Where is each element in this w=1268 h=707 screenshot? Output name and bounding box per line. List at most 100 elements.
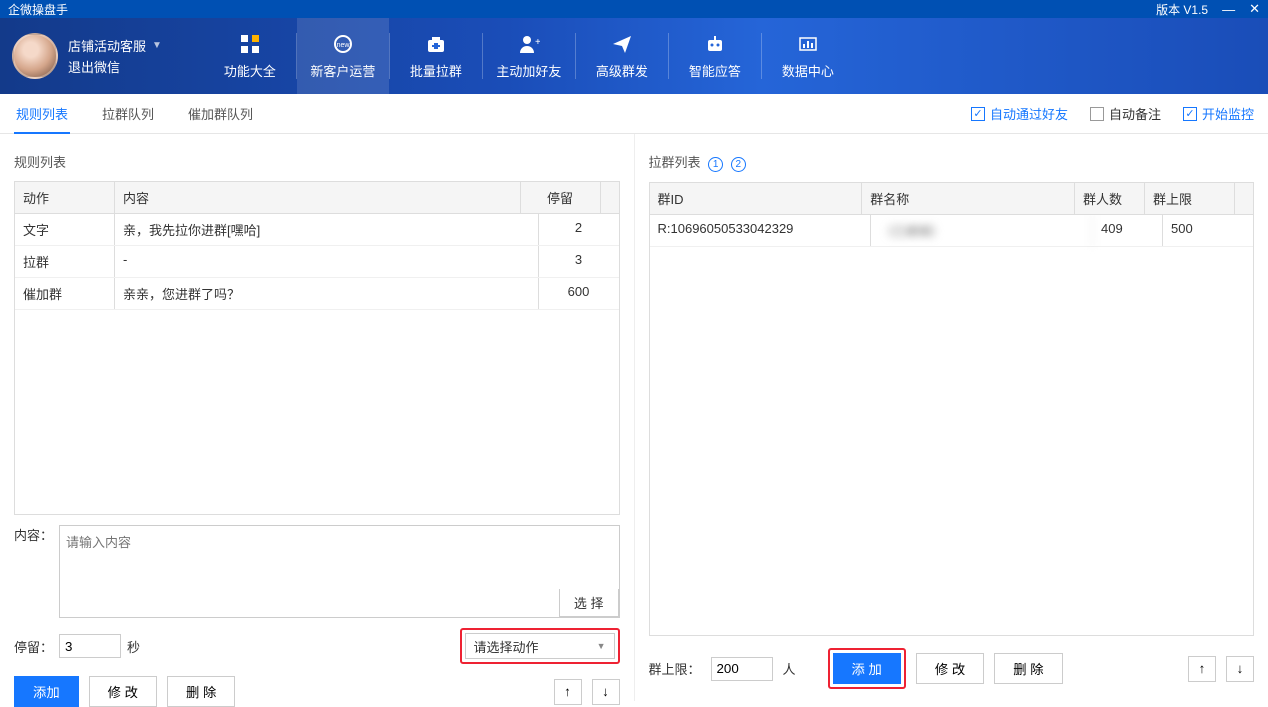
tab-rules[interactable]: 规则列表	[14, 94, 70, 133]
limit-unit: 人	[783, 659, 796, 678]
logout-link[interactable]: 退出微信	[68, 57, 162, 76]
grid-icon	[239, 33, 261, 55]
limit-input[interactable]	[711, 657, 773, 681]
cell-stay: 2	[539, 214, 619, 245]
cell-content: 亲亲，您进群了吗？	[115, 278, 539, 309]
th-group-name[interactable]: 群名称	[862, 183, 1075, 214]
table-row[interactable]: 文字 亲，我先拉你进群[嘿哈] 2	[15, 214, 619, 246]
svg-text:+: +	[535, 37, 540, 48]
th-group-id[interactable]: 群ID	[650, 183, 863, 214]
select-button[interactable]: 选 择	[559, 589, 619, 617]
table-row[interactable]: 拉群 - 3	[15, 246, 619, 278]
cell-action: 催加群	[15, 278, 115, 309]
edit-button[interactable]: 修 改	[89, 676, 157, 707]
nav-smart-reply[interactable]: 智能应答	[669, 18, 761, 94]
close-button[interactable]: ✕	[1249, 1, 1260, 17]
dropdown-label: 请选择动作	[474, 637, 539, 656]
th-action[interactable]: 动作	[15, 182, 115, 213]
tab-remind-queue[interactable]: 催加群队列	[186, 94, 255, 133]
stay-input[interactable]	[59, 634, 121, 658]
group-panel: 拉群列表 1 2 群ID 群名称 群人数 群上限 R:1069605053304…	[635, 134, 1268, 701]
highlight-action-dropdown: 请选择动作 ▼	[460, 628, 620, 664]
limit-label: 群上限：	[649, 659, 701, 678]
group-table-body[interactable]: R:10696050533042329 （已模糊） 409 500	[650, 215, 1254, 635]
nav-add-friend[interactable]: + 主动加好友	[483, 18, 575, 94]
nav-label: 批量拉群	[410, 61, 462, 80]
sub-nav: 规则列表 拉群队列 催加群队列 ✓自动通过好友 自动备注 ✓开始监控	[0, 94, 1268, 134]
cell-stay: 600	[539, 278, 619, 309]
th-scroll	[601, 182, 619, 213]
edit-group-button[interactable]: 修 改	[916, 653, 984, 684]
th-scroll	[1235, 183, 1253, 214]
cell-content: 亲，我先拉你进群[嘿哈]	[115, 214, 539, 245]
table-row[interactable]: R:10696050533042329 （已模糊） 409 500	[650, 215, 1254, 247]
app-name: 企微操盘手	[8, 1, 68, 18]
chevron-down-icon: ▼	[597, 641, 606, 651]
nav-label: 高级群发	[596, 61, 648, 80]
move-down-button[interactable]: ↓	[1226, 656, 1254, 682]
delete-button[interactable]: 删 除	[167, 676, 235, 707]
rules-table: 动作 内容 停留 文字 亲，我先拉你进群[嘿哈] 2 拉群 - 3 催加群	[14, 181, 620, 515]
avatar[interactable]	[12, 33, 58, 79]
content-box: 选 择	[59, 525, 619, 618]
nav-mass-send[interactable]: 高级群发	[576, 18, 668, 94]
svg-text:new: new	[337, 42, 351, 49]
group-table: 群ID 群名称 群人数 群上限 R:10696050533042329 （已模糊…	[649, 182, 1255, 636]
tab-pull-queue[interactable]: 拉群队列	[100, 94, 156, 133]
cell-action: 拉群	[15, 246, 115, 277]
th-content[interactable]: 内容	[115, 182, 521, 213]
profile-block: 店铺活动客服 ▼ 退出微信	[0, 33, 174, 79]
nav-features[interactable]: 功能大全	[204, 18, 296, 94]
add-user-icon: +	[518, 33, 540, 55]
content-input[interactable]	[60, 526, 618, 586]
titlebar: 企微操盘手 版本 V1.5 — ✕	[0, 0, 1268, 18]
cell-stay: 3	[539, 246, 619, 277]
help-2-button[interactable]: 2	[731, 157, 746, 172]
check-start-monitor[interactable]: ✓开始监控	[1183, 104, 1254, 123]
cell-gid: R:10696050533042329	[650, 215, 872, 246]
nav-new-customer[interactable]: new 新客户运营	[297, 18, 389, 94]
main-content: 规则列表 动作 内容 停留 文字 亲，我先拉你进群[嘿哈] 2 拉群 - 3	[0, 134, 1268, 701]
nav-data-center[interactable]: 数据中心	[762, 18, 854, 94]
help-1-button[interactable]: 1	[708, 157, 723, 172]
check-auto-remark[interactable]: 自动备注	[1090, 104, 1161, 123]
table-row[interactable]: 催加群 亲亲，您进群了吗？ 600	[15, 278, 619, 310]
version-label: 版本 V1.5	[1156, 1, 1208, 18]
move-up-button[interactable]: ↑	[1188, 656, 1216, 682]
minimize-button[interactable]: —	[1222, 2, 1235, 17]
group-table-head: 群ID 群名称 群人数 群上限	[650, 183, 1254, 215]
th-group-max[interactable]: 群上限	[1145, 183, 1235, 214]
rules-title: 规则列表	[14, 146, 620, 181]
group-title-text: 拉群列表	[649, 155, 701, 170]
rules-panel: 规则列表 动作 内容 停留 文字 亲，我先拉你进群[嘿哈] 2 拉群 - 3	[0, 134, 635, 701]
check-label: 自动通过好友	[990, 104, 1068, 123]
medkit-icon	[425, 33, 447, 55]
send-icon	[611, 33, 633, 55]
cell-content: -	[115, 246, 539, 277]
cell-gname: （已模糊）	[871, 215, 1093, 246]
check-auto-accept[interactable]: ✓自动通过好友	[971, 104, 1068, 123]
nav-label: 新客户运营	[310, 61, 375, 80]
nav-label: 主动加好友	[496, 61, 561, 80]
main-nav: 功能大全 new 新客户运营 批量拉群 + 主动加好友 高级群发 智能应答	[204, 18, 854, 94]
nav-label: 功能大全	[224, 61, 276, 80]
stay-unit: 秒	[127, 637, 140, 656]
delete-group-button[interactable]: 删 除	[994, 653, 1062, 684]
content-label: 内容：	[14, 525, 53, 544]
highlight-add-button: 添 加	[828, 648, 906, 689]
header: 店铺活动客服 ▼ 退出微信 功能大全 new 新客户运营 批量拉群 + 主动加好…	[0, 18, 1268, 94]
th-group-count[interactable]: 群人数	[1075, 183, 1145, 214]
rules-table-body[interactable]: 文字 亲，我先拉你进群[嘿哈] 2 拉群 - 3 催加群 亲亲，您进群了吗？ 6…	[15, 214, 619, 514]
th-stay[interactable]: 停留	[521, 182, 601, 213]
add-group-button[interactable]: 添 加	[833, 653, 901, 684]
headset-icon: new	[332, 33, 354, 55]
cell-action: 文字	[15, 214, 115, 245]
add-button[interactable]: 添加	[14, 676, 79, 707]
nav-batch-group[interactable]: 批量拉群	[390, 18, 482, 94]
nav-label: 智能应答	[689, 61, 741, 80]
rules-table-head: 动作 内容 停留	[15, 182, 619, 214]
nav-label: 数据中心	[782, 61, 834, 80]
action-dropdown[interactable]: 请选择动作 ▼	[465, 633, 615, 659]
check-label: 开始监控	[1202, 104, 1254, 123]
chevron-down-icon[interactable]: ▼	[152, 40, 162, 51]
